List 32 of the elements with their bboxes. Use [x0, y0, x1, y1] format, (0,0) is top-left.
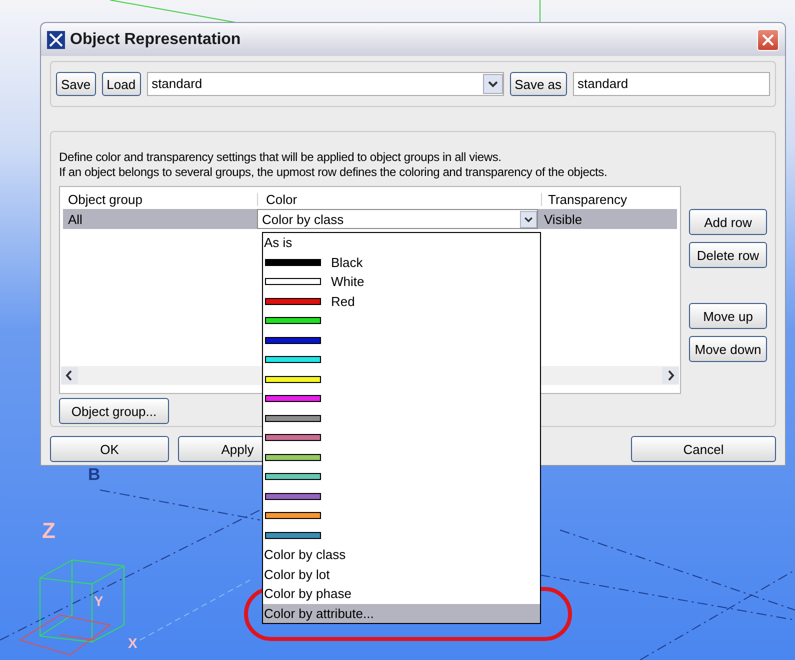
table-action-button[interactable]: Add row: [689, 209, 767, 235]
color-combobox[interactable]: Color by class: [257, 209, 538, 229]
color-option[interactable]: Color by attribute...: [263, 604, 540, 623]
table-action-button[interactable]: Move up: [689, 303, 767, 329]
scroll-left-icon[interactable]: [61, 367, 78, 384]
close-button[interactable]: [757, 28, 779, 50]
preset-dropdown[interactable]: standard: [146, 72, 504, 96]
save-as-button[interactable]: Save as: [510, 72, 567, 96]
axis-label: Y: [94, 594, 104, 608]
table-action-button[interactable]: Delete row: [689, 242, 767, 268]
object-group-button[interactable]: Object group...: [59, 398, 169, 424]
scroll-right-icon[interactable]: [662, 367, 679, 384]
load-button[interactable]: Load: [102, 72, 141, 96]
description-text: If an object belongs to several groups, the upmost row defines the coloring and transparency of the objects.: [59, 165, 608, 180]
save-button[interactable]: Save: [56, 72, 96, 96]
column-header[interactable]: Color: [257, 193, 541, 206]
description-text: Define color and transparency settings that will be applied to object groups in all views.: [59, 150, 502, 165]
axis-label: Z: [42, 520, 56, 542]
dialog-button[interactable]: OK: [50, 436, 169, 462]
axis-label: B: [88, 466, 100, 483]
table-row[interactable]: All Color by class Visible: [63, 209, 677, 229]
table-cell-text: All: [67, 212, 84, 226]
axis-label: X: [128, 636, 138, 650]
table-cell-text: Visible: [543, 212, 582, 226]
close-icon: [762, 34, 774, 46]
dialog-button[interactable]: Cancel: [631, 436, 776, 462]
window-title: Object Representation: [70, 30, 241, 50]
column-header[interactable]: Transparency: [541, 193, 680, 206]
app-icon: [47, 30, 65, 48]
save-as-field[interactable]: standard: [572, 72, 770, 96]
table-action-button[interactable]: Move down: [689, 336, 767, 362]
column-header[interactable]: Object group: [60, 193, 257, 206]
